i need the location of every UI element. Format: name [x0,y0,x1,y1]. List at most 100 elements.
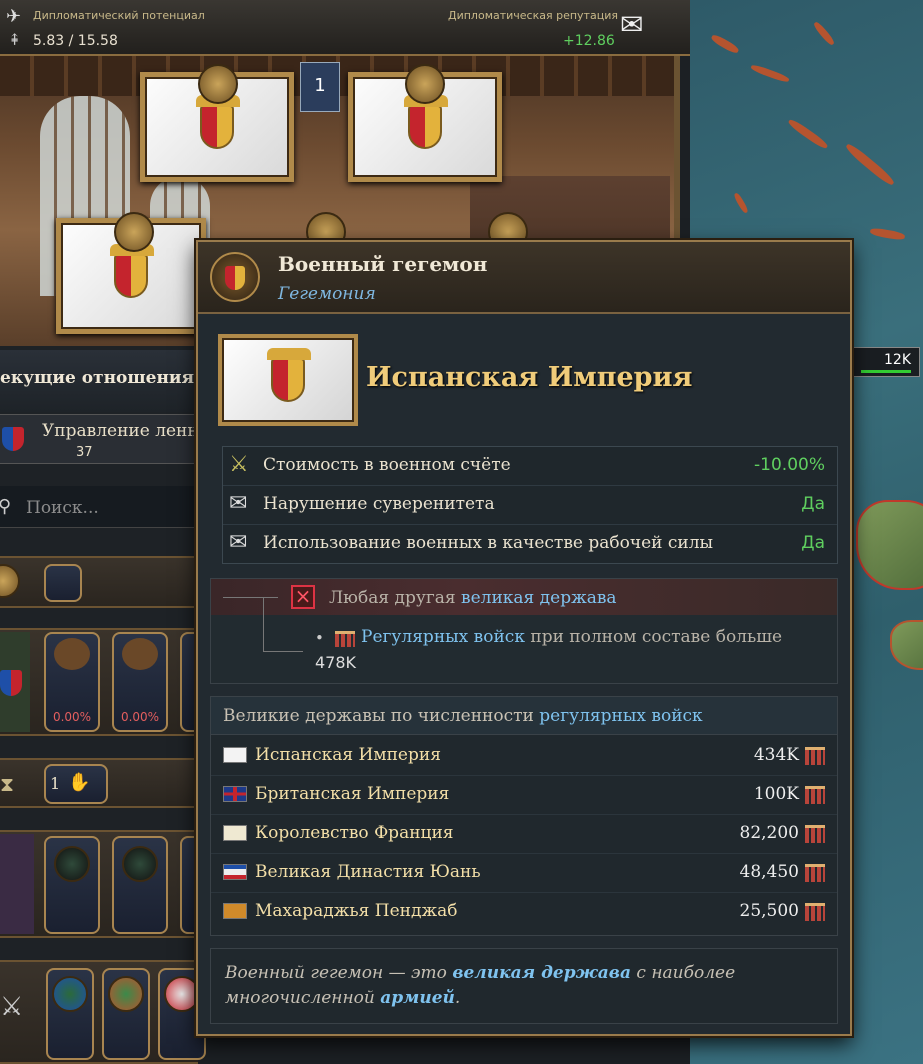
diplo-capacity-value: 5.83 / 15.58 [33,33,118,49]
economic-icon [198,64,238,104]
effect-row: ⚔ Стоимость в военном счёте -10.00% [223,447,837,486]
effect-label: Использование военных в качестве рабочей… [263,533,714,553]
slot-number-badge: 1 [300,62,340,112]
flag-yuan-icon [223,864,247,880]
country-name: Махараджья Пенджаб [255,901,458,921]
tooltip-header: Военный гегемон Гегемония [198,242,850,314]
army-size: 48,450 [739,862,799,882]
swords-icon: ⚔ [0,992,24,1022]
military-icon [114,212,154,252]
military-hegemon-icon [210,252,260,302]
effect-row: ✉ Нарушение суверенитета Да [223,486,837,525]
condition-text: Любая другая великая держава [329,588,617,608]
condition-prefix: Любая другая [329,588,456,608]
vassal-label: Управление ленн [42,421,199,441]
condition-failed-icon: × [291,585,315,609]
condition-subtext: Регулярных войск при полном составе боль… [361,627,782,647]
ranking-header: Великие державы по численности регулярны… [211,697,837,735]
description-box: Военный гегемон — это великая держава с … [210,948,838,1024]
war-slot-2[interactable] [102,968,150,1060]
naval-wheel-icon [405,64,445,104]
relation-row-5[interactable]: ⚔ [0,960,206,1064]
bullet: • [315,629,324,647]
relation-row-1[interactable] [0,556,198,608]
diplo-reputation-value: +12.86 [563,33,615,49]
ranking-row[interactable]: Британская Империя 100K [211,776,837,815]
hegemon-tooltip: Военный гегемон Гегемония Испанская Импе… [196,240,852,1036]
ranking-row[interactable]: Испанская Империя 434K [211,737,837,776]
upgrade-arrow-icon[interactable]: ⇞ [8,30,21,49]
regiments-icon [805,864,825,882]
treaty-slot-2[interactable]: 0.00% [112,632,168,732]
effect-row: ✉ Использование военных в качестве рабоч… [223,525,837,564]
desc-part3: . [454,988,461,1008]
diplo-reputation-label: Дипломатическая репутация [448,9,618,22]
effect-value: -10.00% [754,455,825,475]
search-icon: ⚲ [0,496,12,517]
effect-label: Стоимость в военном счёте [263,455,511,475]
fleur-icon[interactable] [44,564,82,602]
globe-icon [0,564,20,598]
desc-link-army[interactable]: армией [380,988,455,1008]
vassal-management-row[interactable]: Управление ленн 37 [0,414,199,464]
desc-part1: Военный гегемон — это [225,963,447,983]
dove-icon: ✈ [6,6,22,27]
flag-britain-icon [223,786,247,802]
army-label: 12K [884,352,911,368]
flag-spain-icon [223,747,247,763]
left-panel: екущие отношения Управление ленн 37 ⚲ По… [0,346,236,1064]
relation-row-3[interactable]: ⧗ 1 ✋ [0,758,198,808]
crossed-swords-icon: ⚔ [229,452,249,477]
great-powers-ranking: Великие державы по численности регулярны… [210,696,838,936]
description-text: Военный гегемон — это великая держава с … [225,961,825,1011]
army-size: 25,500 [739,901,799,921]
country-flag [218,334,358,426]
shield-icon [0,670,22,696]
condition-link[interactable]: великая держава [461,588,617,608]
diplomacy-topbar: ✈ Дипломатический потенциал ⇞ 5.83 / 15.… [0,0,690,56]
thumbs-up-icon: ✋ [68,772,91,793]
treaty-slot-1[interactable]: 0.00% [44,632,100,732]
search-input[interactable]: Поиск... [26,498,99,518]
country-name: Королевство Франция [255,823,454,843]
treaty-slot-4[interactable] [44,836,100,934]
army-size: 82,200 [739,823,799,843]
flag-punjab-icon [223,903,247,919]
regiments-icon [335,631,355,647]
relation-row-2[interactable]: 0.00% 0.00% [0,628,236,736]
country-name: Испанская Империя [366,362,693,393]
vassal-count: 37 [76,445,93,460]
opinion-count: 1 [50,774,61,793]
country-name: Великая Династия Юань [255,862,481,882]
treaty-slot-5[interactable] [112,836,168,934]
effect-value: Да [801,533,825,553]
flag-france-icon [223,825,247,841]
condition-header: × Любая другая великая держава [211,579,837,652]
tooltip-subtitle[interactable]: Гегемония [278,284,376,304]
regulars-link[interactable]: Регулярных войск [361,627,525,647]
tooltip-title: Военный гегемон [278,252,488,276]
diplo-capacity-label: Дипломатический потенциал [33,9,205,22]
relation-row-4[interactable] [0,830,236,938]
ranking-row[interactable]: Королевство Франция 82,200 [211,815,837,854]
country-name: Британская Империя [255,784,450,804]
dove-icon: ✉ [229,530,248,555]
ranking-row[interactable]: Махараджья Пенджаб 25,500 [211,893,837,932]
army-size: 100K [753,784,799,804]
desc-link-great-power[interactable]: великая держава [452,963,631,983]
hourglass-icon: ⧗ [0,772,15,796]
regiments-icon [805,747,825,765]
army-counter[interactable]: 12K [850,347,920,377]
search-field[interactable]: ⚲ Поиск... [0,486,198,528]
war-slot-1[interactable] [46,968,94,1060]
ranking-row[interactable]: Великая Династия Юань 48,450 [211,854,837,893]
relations-header: екущие отношения [0,368,195,388]
dove-icon: ✉ [229,491,248,516]
ranking-header-prefix: Великие державы по численности [223,706,534,726]
regiments-icon [805,903,825,921]
effect-label: Нарушение суверенитета [263,494,495,514]
treaty-pct-2: 0.00% [120,710,160,724]
opinion-slot[interactable]: 1 ✋ [44,764,108,804]
country-name: Испанская Империя [255,745,441,765]
ranking-header-link[interactable]: регулярных войск [539,706,702,726]
